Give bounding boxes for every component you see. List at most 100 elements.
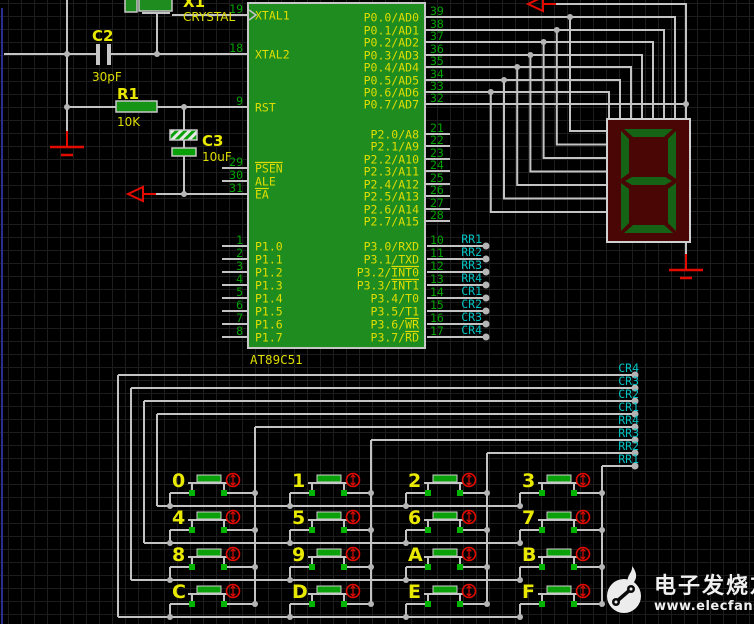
ground-terminal[interactable]	[50, 131, 84, 157]
button-actuator-icon[interactable]	[575, 509, 591, 525]
svg-text:P3.0/RXD: P3.0/RXD	[364, 240, 419, 254]
schematic-drawing[interactable]: XTAL1XTAL2RSTPSENALEEAP1.0P1.1P1.2P1.3P1…	[0, 0, 754, 624]
button-actuator-icon[interactable]	[461, 509, 477, 525]
button-actuator-icon[interactable]	[461, 583, 477, 599]
capacitor-c2[interactable]	[96, 44, 111, 65]
svg-text:F: F	[522, 581, 535, 603]
schematic-canvas[interactable]: XTAL1 XTAL2 RST PSEN ALE EA P1.0 P1.1 P1.2 P1.3 P1…	[0, 0, 754, 624]
pin-end	[309, 490, 315, 496]
svg-text:P1.4: P1.4	[255, 292, 283, 306]
svg-text:4: 4	[172, 507, 185, 529]
button-cap	[546, 511, 572, 520]
svg-text:XTAL1: XTAL1	[255, 9, 290, 23]
button-actuator-icon[interactable]	[575, 472, 591, 488]
button-actuator-icon[interactable]	[225, 509, 241, 525]
svg-text:30pF: 30pF	[92, 70, 122, 84]
svg-text:P3.2/INT0: P3.2/INT0	[357, 266, 419, 280]
svg-text:B: B	[522, 544, 536, 566]
button-actuator-icon[interactable]	[461, 472, 477, 488]
svg-text:10uF: 10uF	[202, 150, 232, 164]
svg-text:24: 24	[430, 158, 444, 172]
button-actuator-icon[interactable]	[345, 509, 361, 525]
svg-text:2: 2	[408, 470, 421, 492]
svg-text:P1.5: P1.5	[255, 305, 283, 319]
button-cap	[196, 548, 222, 557]
pin-end	[425, 601, 431, 607]
button-cap	[196, 585, 222, 594]
pin-end	[571, 601, 577, 607]
pin-end	[539, 490, 545, 496]
svg-text:CR2: CR2	[461, 297, 482, 311]
pin-end	[221, 601, 227, 607]
svg-text:P2.5/A13: P2.5/A13	[364, 190, 419, 204]
crystal-x1[interactable]	[124, 0, 173, 13]
svg-text:7: 7	[236, 311, 243, 325]
svg-text:XTAL2: XTAL2	[255, 48, 290, 62]
svg-text:6: 6	[408, 507, 421, 529]
svg-text:E: E	[408, 581, 421, 603]
svg-text:10: 10	[430, 233, 444, 247]
svg-text:P0.4/AD4: P0.4/AD4	[364, 61, 419, 75]
button-cap	[316, 585, 342, 594]
pin-end	[309, 527, 315, 533]
button-actuator-icon[interactable]	[345, 546, 361, 562]
svg-text:RR2: RR2	[461, 245, 482, 259]
svg-text:3: 3	[522, 470, 535, 492]
pin-end	[539, 527, 545, 533]
button-actuator-icon[interactable]	[575, 583, 591, 599]
svg-text:P3.7/RD: P3.7/RD	[371, 331, 420, 345]
display-segment-g	[625, 177, 672, 185]
svg-text:14: 14	[430, 285, 444, 299]
ground-terminal[interactable]	[669, 254, 703, 280]
svg-text:P3.4/T0: P3.4/T0	[371, 292, 420, 306]
svg-text:PSEN: PSEN	[255, 162, 283, 176]
button-cap	[432, 474, 458, 483]
svg-text:P1.3: P1.3	[255, 279, 283, 293]
button-cap	[432, 511, 458, 520]
svg-text:RR4: RR4	[618, 413, 639, 427]
svg-text:9: 9	[236, 94, 243, 108]
svg-text:C2: C2	[92, 27, 113, 45]
button-actuator-icon[interactable]	[225, 546, 241, 562]
pin-end	[189, 490, 195, 496]
svg-text:AT89C51: AT89C51	[250, 352, 303, 367]
pin-end	[425, 564, 431, 570]
power-terminal-arrow[interactable]	[525, 0, 556, 13]
svg-text:29: 29	[229, 155, 243, 169]
svg-text:3: 3	[236, 259, 243, 273]
svg-text:P1.1: P1.1	[255, 253, 283, 267]
svg-text:12: 12	[430, 259, 444, 273]
svg-text:P0.0/AD0: P0.0/AD0	[364, 11, 419, 25]
svg-text:22: 22	[430, 133, 444, 147]
svg-text:26: 26	[430, 183, 444, 197]
pin-end	[341, 601, 347, 607]
seven-segment-display[interactable]	[606, 118, 691, 243]
pin-end	[425, 490, 431, 496]
svg-text:8: 8	[236, 324, 243, 338]
button-actuator-icon[interactable]	[461, 546, 477, 562]
svg-text:4: 4	[236, 272, 243, 286]
svg-text:6: 6	[236, 298, 243, 312]
svg-text:15: 15	[430, 298, 444, 312]
button-cap	[196, 511, 222, 520]
button-cap	[196, 474, 222, 483]
svg-text:CRYSTAL: CRYSTAL	[183, 10, 236, 24]
watermark-site-url: www.elecfans.com	[654, 598, 754, 614]
button-actuator-icon[interactable]	[225, 472, 241, 488]
button-actuator-icon[interactable]	[345, 472, 361, 488]
svg-text:19: 19	[229, 2, 243, 16]
pin-end	[221, 564, 227, 570]
pin-end	[309, 601, 315, 607]
svg-text:P3.6/WR: P3.6/WR	[371, 318, 420, 332]
button-actuator-icon[interactable]	[345, 583, 361, 599]
mcu-at89c51[interactable]: XTAL1XTAL2RSTPSENALEEAP1.0P1.1P1.2P1.3P1…	[247, 2, 426, 349]
svg-text:RR1: RR1	[461, 232, 482, 246]
svg-text:0: 0	[172, 470, 185, 492]
power-terminal-arrow[interactable]	[125, 185, 156, 203]
svg-text:ALE: ALE	[255, 175, 276, 189]
button-actuator-icon[interactable]	[225, 583, 241, 599]
svg-text:30: 30	[229, 168, 243, 182]
button-actuator-icon[interactable]	[575, 546, 591, 562]
pin-end	[457, 601, 463, 607]
button-cap	[546, 474, 572, 483]
